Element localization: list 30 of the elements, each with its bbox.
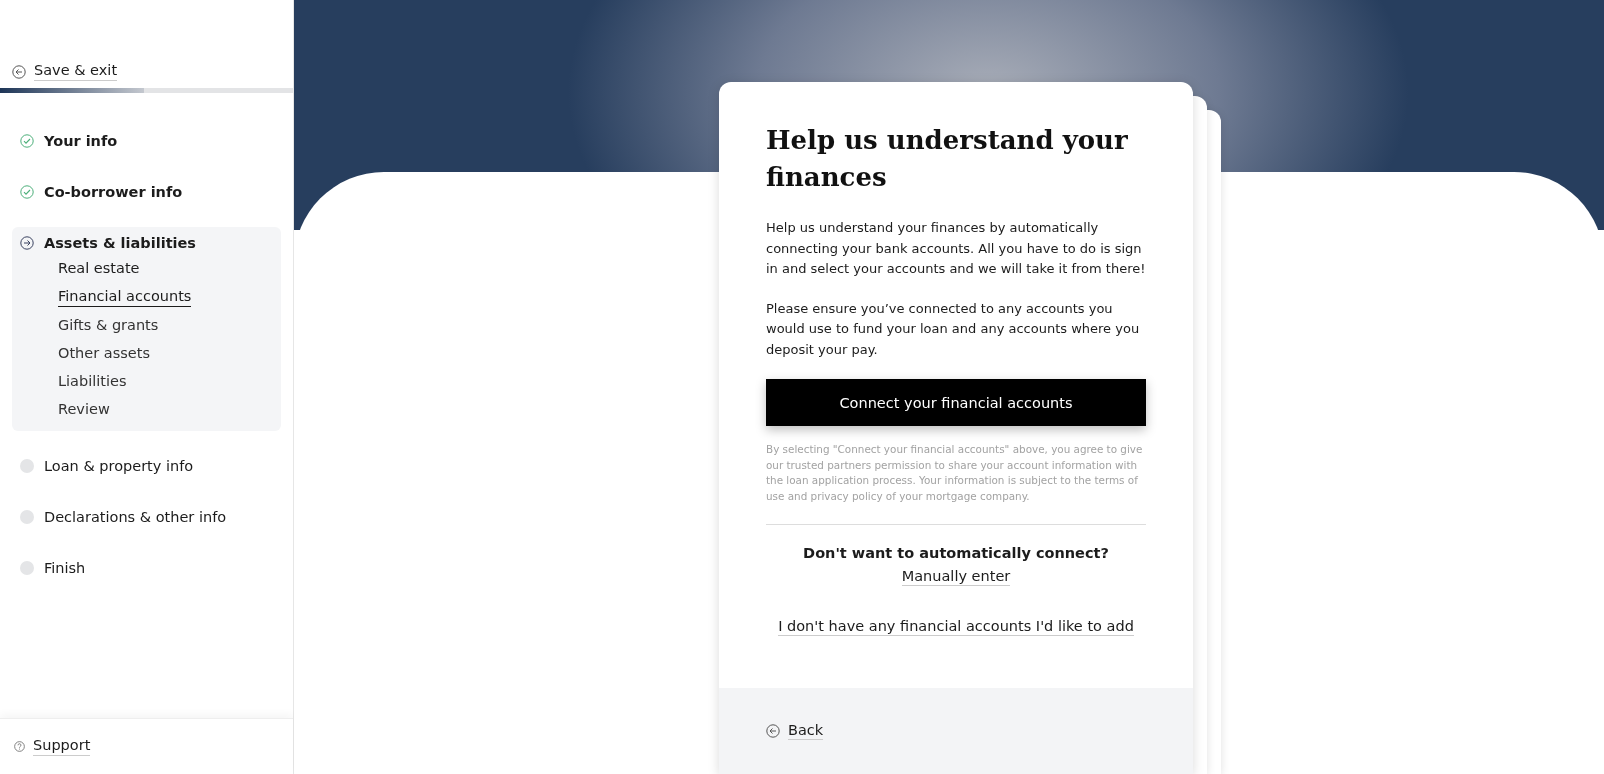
substep-link[interactable]: Other assets <box>58 344 150 363</box>
step-link[interactable]: Assets & liabilities <box>44 235 196 251</box>
step-link[interactable]: Loan & property info <box>44 458 194 474</box>
substep-link[interactable]: Financial accounts <box>58 287 192 307</box>
step-link[interactable]: Co-borrower info <box>44 184 183 200</box>
empty-circle-icon <box>20 510 34 524</box>
substep-link[interactable]: Gifts & grants <box>58 316 159 335</box>
substep-link[interactable]: Real estate <box>58 259 140 278</box>
help-icon <box>14 741 25 752</box>
back-link[interactable]: Back <box>788 722 824 740</box>
description-text: Help us understand your finances by automatically connecting your bank accounts. All you have to do is sign in and select your accounts and we will take it from there! <box>766 219 1146 278</box>
description-text: Please ensure you’ve connected to any accounts you would use to fund your loan and any accounts where you deposit your pay. <box>766 299 1141 359</box>
disclaimer-text: By selecting "Connect your financial accounts" above, you agree to give our trusted partners permission to share your account information with the loan application process. Your information is subject to the terms of use and privacy policy of your mortgage company. <box>766 442 1144 504</box>
check-circle-icon <box>20 185 34 199</box>
card-title: Help us understand your finances <box>766 124 1129 194</box>
no-accounts-link[interactable]: I don't have any financial accounts I'd like to add <box>778 618 1134 636</box>
support-link[interactable]: Support <box>33 737 91 756</box>
empty-circle-icon <box>20 561 34 575</box>
substep-link[interactable]: Review <box>58 400 110 419</box>
manual-question: Don't want to automatically connect? <box>803 545 1109 561</box>
arrow-circle-icon <box>20 236 34 250</box>
step-link[interactable]: Declarations & other info <box>44 509 227 525</box>
check-circle-icon <box>20 134 34 148</box>
manual-enter-link[interactable]: Manually enter <box>901 568 1011 586</box>
empty-circle-icon <box>20 459 34 473</box>
substep-link[interactable]: Liabilities <box>58 372 127 391</box>
connect-accounts-button[interactable]: Connect your financial accounts <box>766 379 1146 426</box>
step-link[interactable]: Finish <box>44 560 86 576</box>
save-exit-link[interactable]: Save & exit <box>34 62 118 81</box>
step-link[interactable]: Your info <box>44 133 118 149</box>
